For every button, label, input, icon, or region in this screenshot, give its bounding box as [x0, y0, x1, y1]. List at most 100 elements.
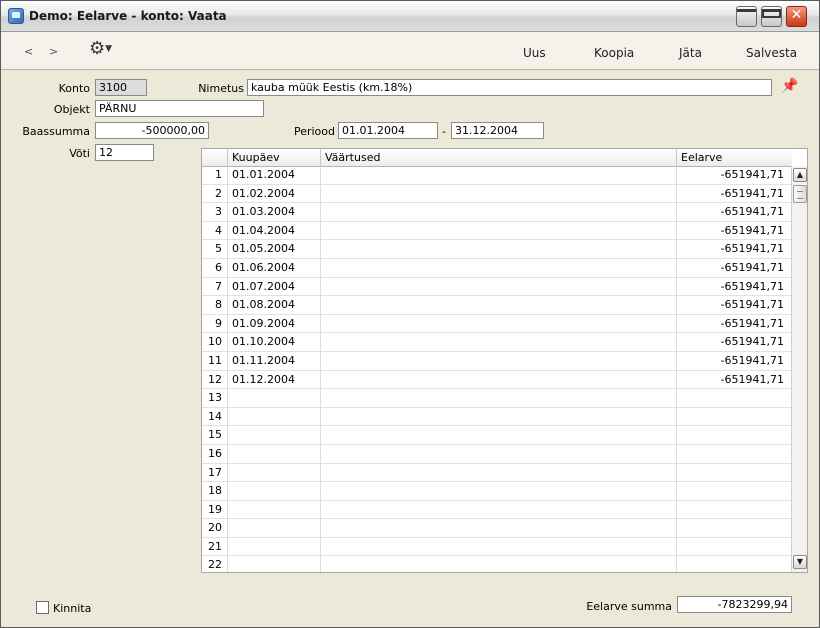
- value-cell[interactable]: [321, 556, 677, 572]
- table-row[interactable]: 17: [202, 463, 792, 483]
- budget-cell[interactable]: -651941,71: [677, 333, 792, 351]
- budget-cell[interactable]: [677, 501, 792, 519]
- kinnita-checkbox[interactable]: [36, 601, 49, 614]
- table-row[interactable]: 7 01.07.2004 -651941,71: [202, 277, 792, 297]
- scroll-thumb[interactable]: [793, 185, 807, 203]
- date-cell[interactable]: [228, 500, 321, 519]
- date-cell[interactable]: 01.06.2004: [228, 258, 321, 277]
- table-row[interactable]: 6 01.06.2004 -651941,71: [202, 258, 792, 278]
- table-row[interactable]: 3 01.03.2004 -651941,71: [202, 203, 792, 222]
- value-cell[interactable]: [321, 407, 677, 426]
- value-cell[interactable]: [321, 240, 677, 259]
- scroll-down-icon[interactable]: ▼: [793, 555, 807, 569]
- table-row[interactable]: 8 01.08.2004 -651941,71: [202, 296, 792, 315]
- budget-cell[interactable]: -651941,71: [677, 259, 792, 277]
- leave-button[interactable]: Jäta: [679, 46, 702, 60]
- gear-icon[interactable]: ⚙▼: [89, 40, 112, 58]
- column-header-vaartused[interactable]: Väärtused: [321, 149, 677, 166]
- table-row[interactable]: 22: [202, 556, 792, 572]
- value-cell[interactable]: [321, 314, 677, 333]
- value-cell[interactable]: [321, 370, 677, 389]
- date-cell[interactable]: 01.08.2004: [228, 296, 321, 315]
- value-cell[interactable]: [321, 296, 677, 315]
- date-cell[interactable]: 01.02.2004: [228, 184, 321, 203]
- value-cell[interactable]: [321, 203, 677, 222]
- copy-button[interactable]: Koopia: [594, 46, 634, 60]
- date-cell[interactable]: [228, 444, 321, 463]
- value-cell[interactable]: [321, 333, 677, 352]
- value-cell[interactable]: [321, 463, 677, 482]
- value-cell[interactable]: [321, 277, 677, 296]
- budget-cell[interactable]: [677, 389, 792, 407]
- table-row[interactable]: 19: [202, 500, 792, 520]
- table-row[interactable]: 20: [202, 519, 792, 538]
- periood-to-field[interactable]: 31.12.2004: [451, 122, 544, 139]
- table-row[interactable]: 4 01.04.2004 -651941,71: [202, 221, 792, 241]
- budget-cell[interactable]: [677, 408, 792, 426]
- date-cell[interactable]: [228, 537, 321, 556]
- nimetus-field[interactable]: kauba müük Eestis (km.18%): [247, 79, 772, 96]
- value-cell[interactable]: [321, 184, 677, 203]
- budget-cell[interactable]: -651941,71: [677, 222, 792, 240]
- table-row[interactable]: 12 01.12.2004 -651941,71: [202, 370, 792, 390]
- value-cell[interactable]: [321, 482, 677, 501]
- close-button[interactable]: ✕: [786, 6, 807, 27]
- table-row[interactable]: 13: [202, 389, 792, 408]
- vertical-scrollbar[interactable]: ▲ ▼: [791, 166, 807, 572]
- value-cell[interactable]: [321, 519, 677, 538]
- date-cell[interactable]: 01.04.2004: [228, 221, 321, 240]
- column-header-kuupaev[interactable]: Kuupäev: [228, 149, 321, 166]
- value-cell[interactable]: [321, 444, 677, 463]
- budget-cell[interactable]: -651941,71: [677, 166, 792, 184]
- maximize-button[interactable]: [761, 6, 782, 27]
- date-cell[interactable]: 01.01.2004: [228, 166, 321, 184]
- budget-cell[interactable]: [677, 538, 792, 556]
- date-cell[interactable]: [228, 482, 321, 501]
- new-button[interactable]: Uus: [523, 46, 546, 60]
- pin-icon[interactable]: 📌: [781, 78, 798, 94]
- budget-cell[interactable]: [677, 482, 792, 500]
- budget-cell[interactable]: [677, 519, 792, 537]
- title-bar[interactable]: Demo: Eelarve - konto: Vaata ✕: [1, 1, 819, 32]
- date-cell[interactable]: [228, 407, 321, 426]
- date-cell[interactable]: [228, 519, 321, 538]
- date-cell[interactable]: [228, 463, 321, 482]
- date-cell[interactable]: 01.07.2004: [228, 277, 321, 296]
- table-row[interactable]: 15: [202, 426, 792, 445]
- value-cell[interactable]: [321, 258, 677, 277]
- table-row[interactable]: 10 01.10.2004 -651941,71: [202, 333, 792, 352]
- forward-button[interactable]: >: [49, 45, 58, 58]
- table-row[interactable]: 5 01.05.2004 -651941,71: [202, 240, 792, 259]
- budget-cell[interactable]: -651941,71: [677, 240, 792, 258]
- budget-cell[interactable]: -651941,71: [677, 185, 792, 203]
- budget-cell[interactable]: -651941,71: [677, 203, 792, 221]
- table-row[interactable]: 18: [202, 482, 792, 501]
- voti-field[interactable]: 12: [95, 144, 154, 161]
- value-cell[interactable]: [321, 351, 677, 370]
- table-row[interactable]: 9 01.09.2004 -651941,71: [202, 314, 792, 334]
- budget-cell[interactable]: -651941,71: [677, 315, 792, 333]
- value-cell[interactable]: [321, 166, 677, 184]
- date-cell[interactable]: 01.09.2004: [228, 314, 321, 333]
- table-row[interactable]: 21: [202, 537, 792, 557]
- minimize-button[interactable]: [736, 6, 757, 27]
- budget-cell[interactable]: [677, 426, 792, 444]
- budget-cell[interactable]: [677, 556, 792, 572]
- date-cell[interactable]: [228, 426, 321, 445]
- value-cell[interactable]: [321, 500, 677, 519]
- scroll-up-icon[interactable]: ▲: [793, 168, 807, 182]
- value-cell[interactable]: [321, 537, 677, 556]
- table-row[interactable]: 11 01.11.2004 -651941,71: [202, 351, 792, 371]
- budget-cell[interactable]: -651941,71: [677, 371, 792, 389]
- table-row[interactable]: 2 01.02.2004 -651941,71: [202, 184, 792, 204]
- value-cell[interactable]: [321, 221, 677, 240]
- column-header-eelarve[interactable]: Eelarve: [677, 149, 792, 166]
- date-cell[interactable]: [228, 556, 321, 572]
- budget-cell[interactable]: -651941,71: [677, 296, 792, 314]
- date-cell[interactable]: [228, 389, 321, 408]
- table-row[interactable]: 14: [202, 407, 792, 427]
- table-row[interactable]: 16: [202, 444, 792, 464]
- budget-cell[interactable]: [677, 445, 792, 463]
- table-row[interactable]: 1 01.01.2004 -651941,71: [202, 166, 792, 185]
- value-cell[interactable]: [321, 426, 677, 445]
